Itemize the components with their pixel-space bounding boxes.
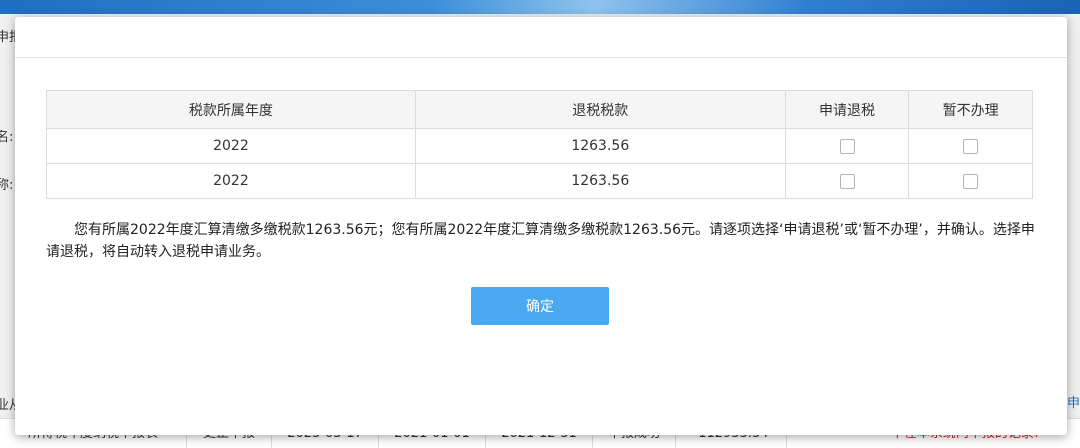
cell-apply <box>784 128 910 164</box>
cell-apply <box>784 163 910 199</box>
cell-amount: 1263.56 <box>414 128 786 164</box>
cell-amount: 1263.56 <box>414 163 786 199</box>
dialog-header <box>15 17 1067 58</box>
cell-hold <box>908 163 1033 199</box>
header-banner <box>0 0 1080 14</box>
col-header-apply-refund: 申请退税 <box>784 90 910 129</box>
confirm-button[interactable]: 确定 <box>471 287 609 325</box>
cell-year: 2022 <box>46 163 416 199</box>
table-header-row: 税款所属年度 退税税款 申请退税 暂不办理 <box>46 90 1033 129</box>
col-header-amount: 退税税款 <box>414 90 786 129</box>
defer-checkbox[interactable] <box>963 173 979 189</box>
apply-refund-checkbox[interactable] <box>839 173 855 189</box>
table-row: 2022 1263.56 <box>46 128 1033 164</box>
cell-year: 2022 <box>46 128 416 164</box>
col-header-year: 税款所属年度 <box>46 90 416 129</box>
refund-table: 税款所属年度 退税税款 申请退税 暂不办理 2022 1263.56 2022 … <box>46 90 1033 199</box>
bg-fragment: 称: <box>0 178 14 193</box>
notice-text: 您有所属2022年度汇算清缴多缴税款1263.56元；您有所属2022年度汇算清… <box>46 222 1035 260</box>
refund-dialog: 税款所属年度 退税税款 申请退税 暂不办理 2022 1263.56 2022 … <box>15 17 1067 435</box>
cell-hold <box>908 128 1033 164</box>
table-row: 2022 1263.56 <box>46 163 1033 199</box>
defer-checkbox[interactable] <box>963 138 979 154</box>
bg-fragment: 名: <box>0 130 14 145</box>
apply-refund-checkbox[interactable] <box>839 138 855 154</box>
col-header-defer: 暂不办理 <box>908 90 1033 129</box>
